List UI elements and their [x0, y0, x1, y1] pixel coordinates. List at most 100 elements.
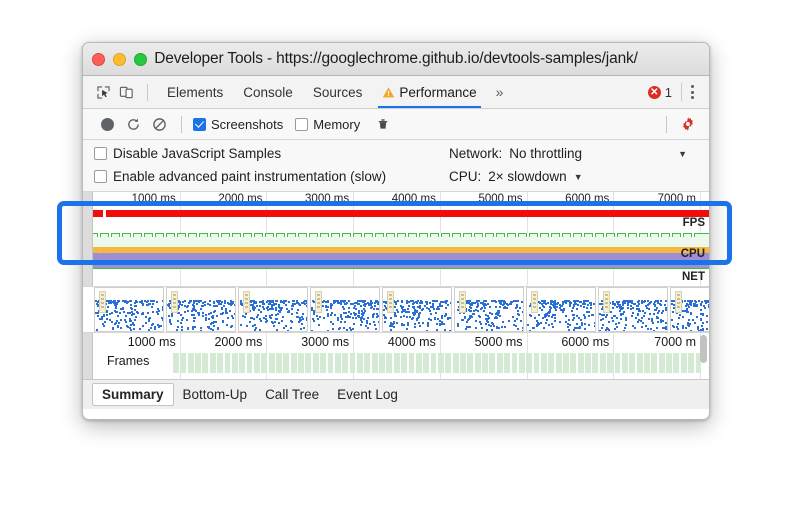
frame-bar[interactable]	[548, 353, 555, 373]
frame-bar[interactable]	[555, 353, 562, 373]
frame-bar[interactable]	[489, 353, 496, 373]
frame-bar[interactable]	[415, 353, 422, 373]
frame-bar[interactable]	[305, 353, 312, 373]
screenshot-filmstrip[interactable]	[83, 286, 709, 333]
device-toolbar-icon[interactable]	[115, 81, 138, 104]
tab-elements[interactable]: Elements	[157, 76, 233, 108]
screenshots-checkbox[interactable]: Screenshots	[193, 117, 283, 132]
frame-bar[interactable]	[658, 353, 665, 373]
frame-bar[interactable]	[570, 353, 577, 373]
frame-bar[interactable]	[342, 353, 349, 373]
filmstrip-thumbnail[interactable]	[670, 287, 709, 332]
frame-bar[interactable]	[195, 353, 201, 373]
tab-console[interactable]: Console	[233, 76, 303, 108]
frame-bar[interactable]	[187, 353, 194, 373]
frame-bar[interactable]	[577, 353, 584, 373]
kebab-menu-icon[interactable]	[681, 83, 701, 101]
frame-bar[interactable]	[467, 353, 474, 373]
frame-bar[interactable]	[327, 353, 334, 373]
frame-bar[interactable]	[585, 353, 591, 373]
frame-bar[interactable]	[261, 353, 268, 373]
frame-bar[interactable]	[526, 353, 533, 373]
frame-bar[interactable]	[231, 353, 238, 373]
frame-bar[interactable]	[496, 353, 503, 373]
frame-bar[interactable]	[629, 353, 636, 373]
frames-track[interactable]: Frames	[93, 353, 709, 375]
clear-recording-icon[interactable]	[146, 111, 172, 137]
filmstrip-thumbnail[interactable]	[166, 287, 236, 332]
frame-bar[interactable]	[644, 353, 650, 373]
frame-bar[interactable]	[445, 353, 452, 373]
frame-bar[interactable]	[246, 353, 253, 373]
inspect-element-icon[interactable]	[92, 81, 115, 104]
frame-bar[interactable]	[283, 353, 290, 373]
frame-bar[interactable]	[356, 353, 363, 373]
tab-event-log[interactable]: Event Log	[328, 383, 407, 406]
vertical-scrollbar-thumb[interactable]	[700, 335, 707, 363]
filmstrip-thumbnail[interactable]	[310, 287, 380, 332]
frame-bar[interactable]	[298, 353, 304, 373]
frame-bar[interactable]	[621, 353, 628, 373]
disable-js-samples-checkbox[interactable]: Disable JavaScript Samples	[94, 146, 449, 161]
frame-bar[interactable]	[680, 353, 687, 373]
overview-body[interactable]: 1000 ms 2000 ms 3000 ms 4000 ms 5000 ms 6000 …	[93, 192, 709, 286]
tab-call-tree[interactable]: Call Tree	[256, 383, 328, 406]
tab-sources[interactable]: Sources	[303, 76, 373, 108]
filmstrip-thumbnail[interactable]	[382, 287, 452, 332]
frame-bar[interactable]	[276, 353, 282, 373]
frame-bar[interactable]	[371, 353, 378, 373]
filmstrip-thumbnail[interactable]	[598, 287, 668, 332]
frame-bar[interactable]	[334, 353, 341, 373]
close-button[interactable]	[92, 52, 105, 66]
frame-bar[interactable]	[482, 353, 488, 373]
frame-bar[interactable]	[599, 353, 606, 373]
frame-bar[interactable]	[364, 353, 371, 373]
frame-bar[interactable]	[173, 353, 179, 373]
frame-bar[interactable]	[452, 353, 459, 373]
frame-bar[interactable]	[518, 353, 525, 373]
frame-bar[interactable]	[533, 353, 540, 373]
more-tabs-button[interactable]: »	[487, 84, 513, 100]
frame-bar[interactable]	[673, 353, 680, 373]
frame-bar[interactable]	[607, 353, 614, 373]
frame-bar[interactable]	[592, 353, 599, 373]
frame-bar[interactable]	[504, 353, 511, 373]
memory-checkbox[interactable]: Memory	[295, 117, 360, 132]
record-circle-icon[interactable]	[94, 111, 120, 137]
cpu-throttling-select[interactable]: CPU: 2× slowdown ▼	[449, 169, 583, 184]
tab-performance[interactable]: Performance	[372, 76, 486, 108]
frame-bar[interactable]	[511, 353, 518, 373]
frame-bar[interactable]	[460, 353, 466, 373]
tab-bottom-up[interactable]: Bottom-Up	[174, 383, 257, 406]
frame-bar[interactable]	[180, 353, 187, 373]
frame-bar[interactable]	[688, 353, 695, 373]
frame-bar[interactable]	[423, 353, 430, 373]
frame-bar[interactable]	[401, 353, 407, 373]
filmstrip-thumbnail[interactable]	[238, 287, 308, 332]
frame-bar[interactable]	[320, 353, 327, 373]
filmstrip-thumbnail[interactable]	[526, 287, 596, 332]
frame-bar[interactable]	[209, 353, 216, 373]
frame-bar[interactable]	[217, 353, 224, 373]
frame-bar[interactable]	[437, 353, 444, 373]
frame-bar[interactable]	[386, 353, 393, 373]
frame-bar[interactable]	[239, 353, 246, 373]
frame-bar[interactable]	[666, 353, 672, 373]
frame-bar[interactable]	[408, 353, 415, 373]
frame-bar[interactable]	[651, 353, 658, 373]
filmstrip-thumbnail[interactable]	[454, 287, 524, 332]
frame-bar[interactable]	[540, 353, 547, 373]
frames-bars[interactable]	[173, 353, 702, 373]
minimize-button[interactable]	[113, 52, 126, 66]
frame-bar[interactable]	[430, 353, 437, 373]
filmstrip-thumbnail[interactable]	[94, 287, 164, 332]
timeline-overview-pane[interactable]: 1000 ms 2000 ms 3000 ms 4000 ms 5000 ms 6000 …	[83, 192, 709, 286]
error-badge[interactable]: ✕ 1	[647, 85, 672, 100]
network-throttling-select[interactable]: Network: No throttling	[449, 146, 582, 161]
flame-chart-zone[interactable]: 1000 ms 2000 ms 3000 ms 4000 ms 5000 ms 6000 …	[83, 333, 709, 379]
frame-bar[interactable]	[379, 353, 385, 373]
frame-bar[interactable]	[614, 353, 621, 373]
frame-bar[interactable]	[474, 353, 481, 373]
tab-summary[interactable]: Summary	[92, 383, 174, 406]
advanced-paint-checkbox[interactable]: Enable advanced paint instrumentation (s…	[94, 169, 449, 184]
